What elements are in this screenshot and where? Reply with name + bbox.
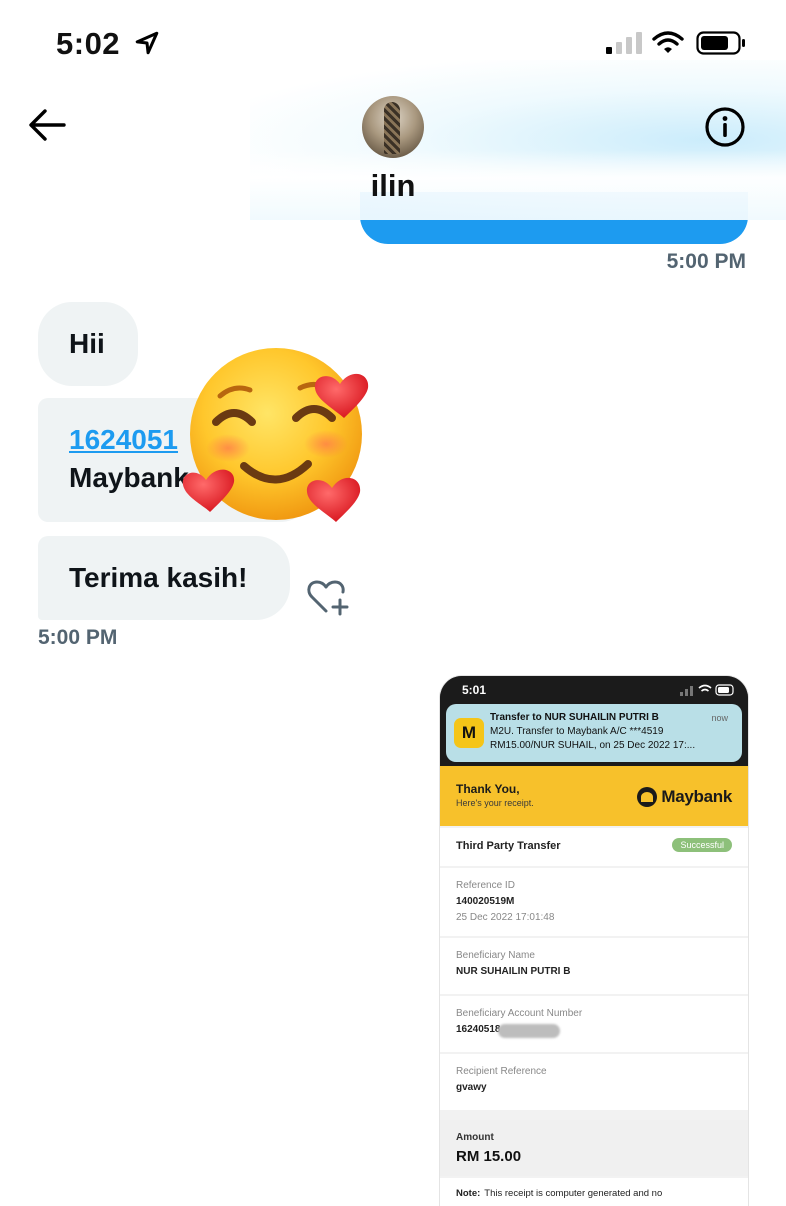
beneficiary-name: NUR SUHAILIN PUTRI B	[456, 966, 571, 977]
info-circle-icon[interactable]	[704, 106, 746, 148]
notification-line: RM15.00/NUR SUHAIL, on 25 Dec 2022 17:..…	[490, 740, 696, 751]
transfer-type: Third Party Transfer	[456, 840, 561, 852]
receipt-status-icons	[680, 684, 734, 696]
received-message-bubble[interactable]: Terima kasih!	[38, 536, 290, 620]
field-label: Amount	[456, 1132, 494, 1143]
maybank-tiger-icon	[637, 787, 658, 807]
receipt-amount-row: Amount RM 15.00	[440, 1120, 748, 1176]
reference-date: 25 Dec 2022 17:01:48	[456, 912, 555, 923]
avatar[interactable]	[362, 96, 424, 158]
wifi-icon	[652, 31, 684, 53]
field-label: Beneficiary Account Number	[456, 1008, 583, 1019]
receipt-note-row: Note: This receipt is computer generated …	[440, 1178, 748, 1206]
battery-icon	[696, 31, 745, 55]
contact-name[interactable]: ilin	[0, 168, 786, 204]
receipt-beneficiary-row: Beneficiary Name NUR SUHAILIN PUTRI B	[440, 938, 748, 994]
message-text: Maybank	[69, 462, 189, 493]
receipt-note: Note: This receipt is computer generated …	[456, 1188, 662, 1199]
message-text: Terima kasih!	[69, 562, 248, 593]
receipt-recipient-ref-row: Recipient Reference gvawy	[440, 1054, 748, 1110]
field-label: Beneficiary Name	[456, 950, 535, 961]
receipt-account-row: Beneficiary Account Number 16240518	[440, 996, 748, 1052]
notification-title: Transfer to NUR SUHAILIN PUTRI B	[490, 712, 659, 723]
recipient-reference: gvawy	[456, 1082, 487, 1093]
field-label: Reference ID	[456, 880, 515, 891]
amount-value: RM 15.00	[456, 1148, 522, 1165]
redaction-blur	[498, 1024, 560, 1038]
receipt-status-time: 5:01	[462, 683, 487, 697]
back-arrow-icon[interactable]	[26, 106, 68, 144]
message-text: Hii	[69, 328, 105, 359]
field-label: Recipient Reference	[456, 1066, 547, 1077]
maybank-app-icon: M	[454, 718, 484, 748]
cellular-signal-icon	[606, 32, 642, 54]
received-timestamp: 5:00 PM	[38, 626, 118, 649]
receipt-notification: M Transfer to NUR SUHAILIN PUTRI B now M…	[446, 704, 742, 762]
heart-plus-icon[interactable]	[306, 578, 350, 616]
reference-id: 140020519M	[456, 896, 515, 907]
account-number: 16240518	[456, 1024, 501, 1035]
received-message-bubble[interactable]: Hii	[38, 302, 138, 386]
receipt-thanks: Thank You,	[456, 782, 520, 796]
smiling-face-with-hearts-emoji	[182, 348, 369, 522]
sent-timestamp: 5:00 PM	[666, 250, 746, 273]
phone-number-link[interactable]: 1624051	[69, 424, 178, 456]
note-label: Note:	[456, 1188, 481, 1199]
receipt-type-row: Third Party Transfer Successful	[440, 828, 748, 866]
location-arrow-icon	[135, 31, 159, 55]
receipt-subtitle: Here's your receipt.	[456, 798, 534, 808]
receipt-header: Thank You, Here's your receipt. Maybank	[440, 766, 748, 826]
status-badge: Successful	[672, 838, 732, 852]
receipt-image[interactable]: 5:01 M Transfer to NUR SUHAILIN PUTRI B …	[440, 676, 748, 1206]
status-time: 5:02	[56, 26, 121, 61]
receipt-reference-row: Reference ID 140020519M 25 Dec 2022 17:0…	[440, 868, 748, 936]
notification-time: now	[711, 713, 728, 723]
maybank-logo: Maybank	[637, 786, 732, 808]
note-text: This receipt is computer generated and n…	[484, 1188, 663, 1199]
maybank-logo-text: Maybank	[661, 787, 732, 806]
notification-line: M2U. Transfer to Maybank A/C ***4519	[490, 726, 664, 737]
receipt-status-bar: 5:01	[440, 676, 748, 704]
